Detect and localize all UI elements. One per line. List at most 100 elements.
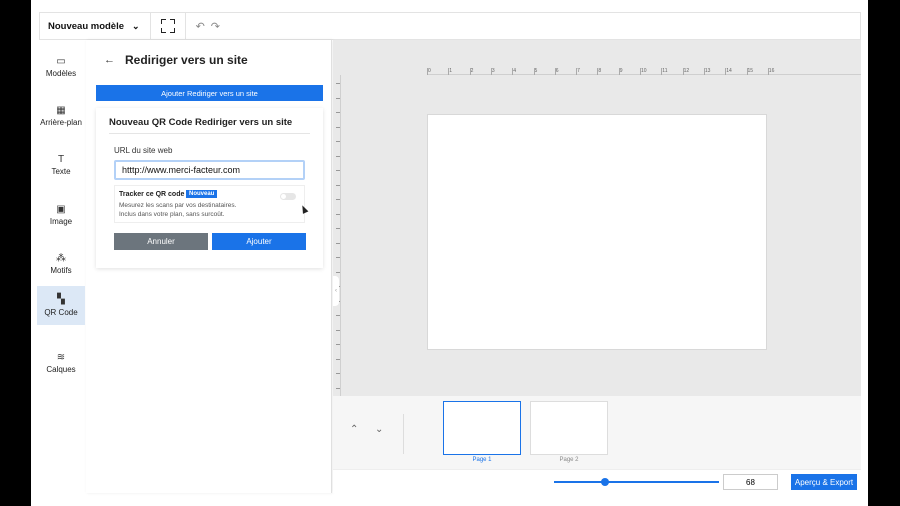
url-label: URL du site web — [114, 146, 173, 155]
ruler-tick — [336, 83, 340, 84]
ruler-tick — [336, 170, 340, 171]
add-redirect-button[interactable]: Ajouter Rediriger vers un site — [96, 85, 323, 101]
sidebar-item-label: Calques — [46, 365, 76, 374]
add-button[interactable]: Ajouter — [212, 233, 306, 250]
cancel-button[interactable]: Annuler — [114, 233, 208, 250]
zoom-slider-handle[interactable] — [601, 478, 610, 486]
tracker-desc-line: Inclus dans votre plan, sans surcoût. — [119, 210, 225, 218]
left-sidebar: ▭ Modèles ▦ Arrière-plan T Texte ▣ Image ⁂ Motifs… — [37, 40, 85, 493]
page-thumbnail-label: Page 2 — [559, 457, 579, 463]
ruler-tick-label: 13 — [703, 68, 711, 75]
ruler-tick-label: 0 — [427, 68, 431, 75]
ruler-tick — [336, 213, 340, 215]
sidebar-item-motifs[interactable]: ⁂ Motifs — [37, 244, 85, 284]
zoom-input[interactable] — [723, 474, 778, 490]
image-icon: ▣ — [56, 203, 66, 215]
sidebar-item-calques[interactable]: ≋ Calques — [37, 343, 85, 383]
ruler-tick-label: 16 — [767, 68, 775, 75]
qr-code-panel: ← Rediriger vers un site Ajouter Redirig… — [86, 40, 332, 493]
ruler-tick — [336, 242, 340, 244]
sidebar-item-arriere-plan[interactable]: ▦ Arrière-plan — [37, 96, 85, 136]
ruler-tick-label: 12 — [682, 68, 690, 75]
bottom-bar: Aperçu & Export — [333, 469, 861, 493]
card-divider — [109, 133, 310, 134]
ruler-tick — [336, 184, 340, 186]
ruler-tick — [336, 141, 340, 142]
preview-export-button[interactable]: Aperçu & Export — [791, 474, 857, 490]
sidebar-item-texte[interactable]: T Texte — [37, 145, 85, 185]
background-icon: ▦ — [56, 104, 66, 116]
editor-app: Nouveau modèle ⌄ ↶ ↷ ▭ Modèles ▦ Arrière-pl… — [31, 0, 868, 506]
tracker-description: Mesurez les scans par vos destinataires.… — [119, 202, 236, 219]
shapes-icon: ⁂ — [56, 252, 66, 264]
page-thumbnail[interactable] — [443, 401, 521, 455]
sidebar-item-image[interactable]: ▣ Image — [37, 195, 85, 235]
ruler-tick-label: 9 — [618, 68, 623, 75]
toolbar-divider — [149, 13, 151, 39]
panel-header: ← Rediriger vers un site — [86, 40, 331, 80]
page-canvas[interactable] — [427, 114, 767, 350]
layers-icon: ≋ — [56, 351, 66, 363]
top-toolbar: Nouveau modèle ⌄ ↶ ↷ — [39, 12, 861, 40]
undo-icon[interactable]: ↶ — [196, 20, 205, 33]
ruler-tick-label: 6 — [554, 68, 559, 75]
ruler-tick — [336, 315, 340, 316]
ruler-tick — [336, 344, 340, 345]
model-selector-label: Nouveau modèle — [48, 20, 125, 32]
sidebar-item-label: Image — [49, 217, 73, 226]
url-input[interactable] — [114, 160, 305, 180]
sidebar-item-modeles[interactable]: ▭ Modèles — [37, 47, 85, 87]
ruler-tick — [336, 373, 340, 374]
ruler-tick — [336, 155, 340, 157]
ruler-tick — [336, 358, 340, 360]
chevron-down-icon: ⌄ — [132, 20, 140, 31]
pages-divider — [403, 414, 404, 454]
ruler-tick-label: 15 — [746, 68, 754, 75]
sidebar-item-label: Motifs — [50, 266, 72, 275]
back-arrow-icon[interactable]: ← — [104, 54, 115, 66]
ruler-tick-label: 4 — [512, 68, 516, 75]
ruler-tick-label: 7 — [576, 68, 580, 75]
ruler-tick-label: 5 — [533, 68, 538, 75]
top-ruler: 0 1 2 3 4 5 6 7 8 9 10 11 12 13 14 15 16 — [427, 68, 861, 75]
ruler-tick — [336, 257, 340, 258]
page-thumbnail[interactable] — [530, 401, 608, 455]
ruler-tick-label: 11 — [661, 68, 668, 75]
text-icon: T — [57, 153, 65, 165]
card-title: Nouveau QR Code Rediriger vers un site — [109, 117, 293, 128]
collapse-panel-handle[interactable]: ‹ — [333, 276, 339, 306]
chevron-down-icon[interactable]: ⌄ — [375, 424, 383, 435]
toolbar-divider — [184, 13, 186, 39]
new-badge: Nouveau — [186, 190, 218, 198]
tracker-box: Tracker ce QR code Nouveau Mesurez les s… — [114, 185, 305, 223]
sidebar-item-label: Modèles — [45, 69, 77, 78]
page-thumbnail-label: Page 1 — [472, 457, 492, 463]
ruler-tick — [336, 271, 340, 273]
templates-icon: ▭ — [56, 55, 66, 67]
ruler-tick-label: 2 — [469, 68, 474, 75]
redo-icon[interactable]: ↷ — [211, 20, 220, 33]
ruler-tick — [336, 228, 340, 229]
sidebar-item-label: Arrière-plan — [40, 118, 82, 127]
chevron-up-icon[interactable]: ⌃ — [350, 424, 358, 435]
left-ruler — [333, 75, 341, 396]
ruler-tick — [336, 97, 340, 99]
zoom-slider[interactable] — [554, 478, 719, 486]
sidebar-item-label: Texte — [51, 167, 71, 176]
model-selector[interactable]: Nouveau modèle ⌄ — [40, 13, 140, 39]
sidebar-item-label: QR Code — [44, 307, 78, 317]
sidebar-item-qr-code[interactable]: ▚ QR Code — [37, 286, 85, 325]
new-qr-code-card: Nouveau QR Code Rediriger vers un site U… — [96, 108, 323, 268]
tracker-toggle[interactable] — [280, 193, 296, 200]
ruler-tick-label: 10 — [640, 68, 647, 75]
ruler-tick — [336, 199, 340, 200]
canvas-workspace: 0 1 2 3 4 5 6 7 8 9 10 11 12 13 14 15 16 ‹ — [333, 40, 861, 396]
ruler-tick-label: 8 — [597, 68, 602, 75]
ruler-tick-label: 14 — [725, 68, 732, 75]
ruler-tick — [336, 126, 340, 128]
fullscreen-icon[interactable] — [160, 19, 175, 33]
qr-code-icon: ▚ — [57, 294, 65, 305]
tracker-desc-line: Mesurez les scans par vos destinataires. — [119, 202, 237, 209]
ruler-tick — [336, 329, 340, 331]
ruler-tick-label: 1 — [448, 68, 453, 75]
